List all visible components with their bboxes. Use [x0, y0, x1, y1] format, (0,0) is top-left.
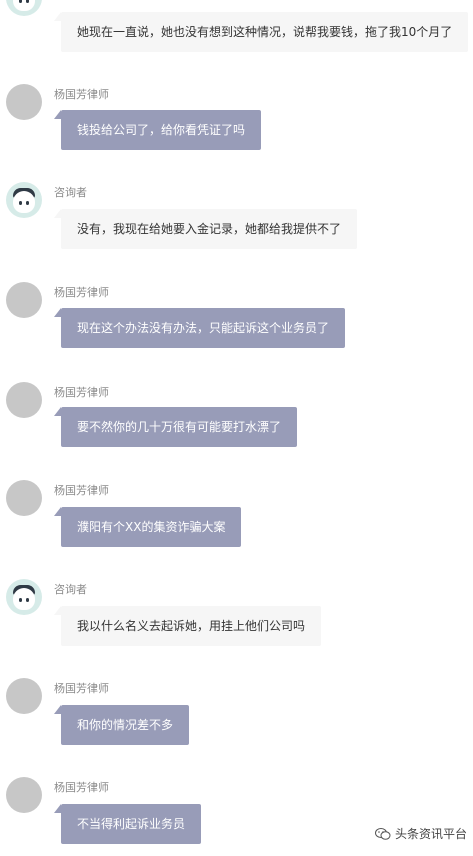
user-avatar[interactable] [6, 0, 42, 16]
watermark: 头条资讯平台 [374, 825, 467, 842]
message-bubble: 我以什么名义去起诉她，用挂上他们公司吗 [53, 606, 322, 646]
message-bubble: 和你的情况差不多 [53, 705, 190, 745]
sender-name: 杨国芳律师 [54, 484, 109, 497]
message-bubble: 要不然你的几十万很有可能要打水漂了 [53, 407, 298, 447]
lawyer-avatar[interactable] [6, 282, 42, 318]
message-bubble: 不当得利起诉业务员 [53, 804, 202, 844]
sender-name: 杨国芳律师 [54, 88, 109, 101]
message-bubble: 没有，我现在给她要入金记录，她都给我提供不了 [53, 209, 358, 249]
message-bubble: 濮阳有个XX的集资诈骗大案 [53, 507, 242, 547]
lawyer-avatar[interactable] [6, 382, 42, 418]
sender-name: 杨国芳律师 [54, 781, 109, 794]
wechat-logo-icon [374, 827, 391, 840]
user-avatar[interactable] [6, 579, 42, 615]
message-bubble: 钱投给公司了，给你看凭证了吗 [53, 110, 262, 150]
message-bubble: 现在这个办法没有办法，只能起诉这个业务员了 [53, 308, 346, 348]
lawyer-avatar[interactable] [6, 777, 42, 813]
user-avatar[interactable] [6, 182, 42, 218]
sender-name: 咨询者 [54, 583, 87, 596]
lawyer-avatar[interactable] [6, 84, 42, 120]
sender-name: 杨国芳律师 [54, 682, 109, 695]
message-bubble: 她现在一直说，她也没有想到这种情况，说帮我要钱，拖了我10个月了 [53, 12, 469, 52]
lawyer-avatar[interactable] [6, 678, 42, 714]
watermark-text: 头条资讯平台 [394, 827, 467, 841]
lawyer-avatar[interactable] [6, 480, 42, 516]
sender-name: 咨询者 [54, 186, 87, 199]
sender-name: 杨国芳律师 [54, 386, 109, 399]
sender-name: 杨国芳律师 [54, 286, 109, 299]
